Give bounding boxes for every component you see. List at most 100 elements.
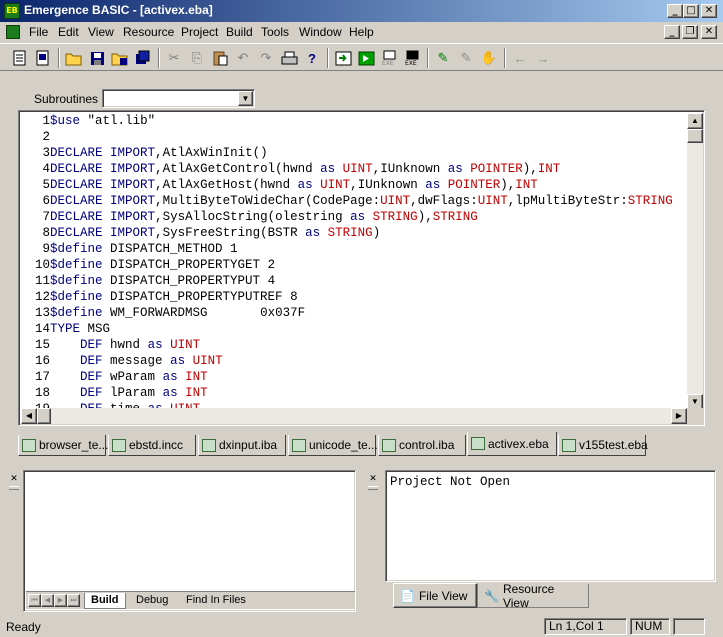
compile-icon[interactable] <box>333 48 353 68</box>
code-line: 3DECLARE IMPORT,AtlAxWinInit() <box>21 145 687 161</box>
code-line: 10$define DISPATCH_PROPERTYGET 2 <box>21 257 687 273</box>
first-tab-icon[interactable]: ⏮ <box>28 594 41 607</box>
resource-view-icon: 🔧 <box>484 588 499 603</box>
save-all-icon[interactable] <box>110 48 130 68</box>
svg-text:EXE: EXE <box>405 60 417 66</box>
menu-help[interactable]: Help <box>349 25 374 39</box>
project-message: Project Not Open <box>390 475 511 489</box>
line-number: 11 <box>34 274 50 288</box>
file-tab[interactable]: ebstd.incc <box>108 435 196 456</box>
mdi-restore-button[interactable]: ❐ <box>682 25 698 39</box>
undo-icon[interactable]: ↶ <box>233 48 253 68</box>
file-tab[interactable]: dxinput.iba <box>198 435 286 456</box>
hscroll-thumb[interactable] <box>37 408 51 424</box>
cut-icon[interactable]: ✂ <box>164 48 184 68</box>
code-line: 8DECLARE IMPORT,SysFreeString(BSTR as ST… <box>21 225 687 241</box>
close-button[interactable]: ✕ <box>701 4 717 18</box>
last-tab-icon[interactable]: ⏭ <box>67 594 80 607</box>
menu-build[interactable]: Build <box>226 25 253 39</box>
code-line: 6DECLARE IMPORT,MultiByteToWideChar(Code… <box>21 193 687 209</box>
tab-file-view[interactable]: 📄 File View <box>393 583 477 608</box>
code-line: 18 DEF lParam as INT <box>21 385 687 401</box>
run-icon[interactable] <box>356 48 376 68</box>
file-tab[interactable]: browser_te... <box>18 435 108 456</box>
horizontal-scrollbar[interactable]: ◀ ▶ <box>21 408 687 424</box>
vertical-scrollbar[interactable]: ▲ ▼ <box>687 113 703 410</box>
scroll-right-icon[interactable]: ▶ <box>671 408 687 424</box>
help-icon[interactable]: ? <box>302 48 322 68</box>
next-tab-icon[interactable]: ▶ <box>54 594 67 607</box>
menu-project[interactable]: Project <box>181 25 218 39</box>
code-editor[interactable]: 1$use "atl.lib" 2 3DECLARE IMPORT,AtlAxWin… <box>18 110 705 426</box>
code-area[interactable]: 1$use "atl.lib" 2 3DECLARE IMPORT,AtlAxWin… <box>21 113 687 410</box>
line-number: 2 <box>42 130 50 144</box>
file-view-icon: 📄 <box>400 588 415 603</box>
save-icon[interactable] <box>87 48 107 68</box>
tab-build[interactable]: Build <box>84 593 126 609</box>
menu-tools[interactable]: Tools <box>261 25 289 39</box>
debug-step-icon[interactable]: ✎ <box>456 48 476 68</box>
scroll-thumb[interactable] <box>687 129 703 143</box>
tab-find-in-files[interactable]: Find In Files <box>180 593 252 609</box>
build-output[interactable]: ⏮ ◀ ▶ ⏭ Build Debug Find In Files <box>23 470 356 612</box>
tab-debug[interactable]: Debug <box>130 593 174 609</box>
menu-window[interactable]: Window <box>299 25 342 39</box>
redo-icon[interactable]: ↷ <box>256 48 276 68</box>
save-workspace-icon[interactable] <box>133 48 153 68</box>
file-tab-active[interactable]: activex.eba <box>467 432 557 456</box>
open-folder-icon[interactable] <box>64 48 84 68</box>
dropdown-arrow-icon[interactable]: ▼ <box>238 91 253 106</box>
code-text: DECLARE IMPORT,AtlAxWinInit() <box>50 146 268 160</box>
menu-edit[interactable]: Edit <box>58 25 79 39</box>
code-line: 14TYPE MSG <box>21 321 687 337</box>
subroutines-bar: Subroutines ▼ <box>18 87 718 111</box>
code-line: 5DECLARE IMPORT,AtlAxGetHost(hwnd as UIN… <box>21 177 687 193</box>
maximize-button[interactable]: □ <box>683 4 699 18</box>
scroll-up-icon[interactable]: ▲ <box>687 113 703 129</box>
num-lock-indicator: NUM <box>630 618 670 635</box>
file-icon <box>562 438 576 452</box>
title-bar[interactable]: EB Emergence BASIC - [activex.eba] _ □ ✕ <box>0 0 723 22</box>
print-icon[interactable] <box>279 48 299 68</box>
mdi-minimize-button[interactable]: _ <box>664 25 680 39</box>
minimize-button[interactable]: _ <box>667 4 683 18</box>
debug-icon[interactable]: ✎ <box>433 48 453 68</box>
app-icon[interactable]: EB <box>4 3 20 19</box>
file-tab[interactable]: control.iba <box>378 435 466 456</box>
new-project-icon[interactable] <box>33 48 53 68</box>
scroll-left-icon[interactable]: ◀ <box>21 408 37 424</box>
line-number: 1 <box>42 114 50 128</box>
new-file-icon[interactable] <box>10 48 30 68</box>
file-tab[interactable]: unicode_te... <box>288 435 378 456</box>
code-text: TYPE MSG <box>50 322 111 336</box>
file-icon <box>22 438 36 452</box>
back-arrow-icon[interactable]: ← <box>510 48 530 68</box>
line-number: 5 <box>42 178 50 192</box>
hand-icon[interactable]: ✋ <box>479 48 499 68</box>
build-exe-icon[interactable]: EXE <box>379 48 399 68</box>
file-tab-label: unicode_te... <box>309 438 378 452</box>
paste-icon[interactable] <box>210 48 230 68</box>
exe-icon[interactable]: EXE <box>402 48 422 68</box>
menu-resource[interactable]: Resource <box>123 25 174 39</box>
code-line: 17 DEF wParam as INT <box>21 369 687 385</box>
prev-tab-icon[interactable]: ◀ <box>41 594 54 607</box>
mdi-close-button[interactable]: ✕ <box>701 25 717 39</box>
file-tab[interactable]: v155test.eba <box>558 435 648 456</box>
close-pane-icon[interactable]: ✕ <box>9 474 19 484</box>
close-pane-icon[interactable]: ✕ <box>368 474 378 484</box>
code-text: DECLARE IMPORT,MultiByteToWideChar(CodeP… <box>50 194 673 208</box>
forward-arrow-icon[interactable]: → <box>533 48 553 68</box>
menu-file[interactable]: File <box>29 25 48 39</box>
subroutines-dropdown[interactable]: ▼ <box>102 89 255 108</box>
menu-view[interactable]: View <box>88 25 114 39</box>
tab-resource-view[interactable]: 🔧 Resource View <box>477 582 589 610</box>
file-tab-label: dxinput.iba <box>219 438 278 452</box>
code-text: $define DISPATCH_PROPERTYGET 2 <box>50 258 276 272</box>
document-icon[interactable] <box>6 25 20 39</box>
code-text: $define DISPATCH_PROPERTYPUTREF 8 <box>50 290 298 304</box>
line-number: 14 <box>34 322 50 336</box>
copy-icon[interactable]: ⎘ <box>187 48 207 68</box>
project-view[interactable]: Project Not Open <box>385 470 716 582</box>
line-number: 15 <box>34 338 50 352</box>
